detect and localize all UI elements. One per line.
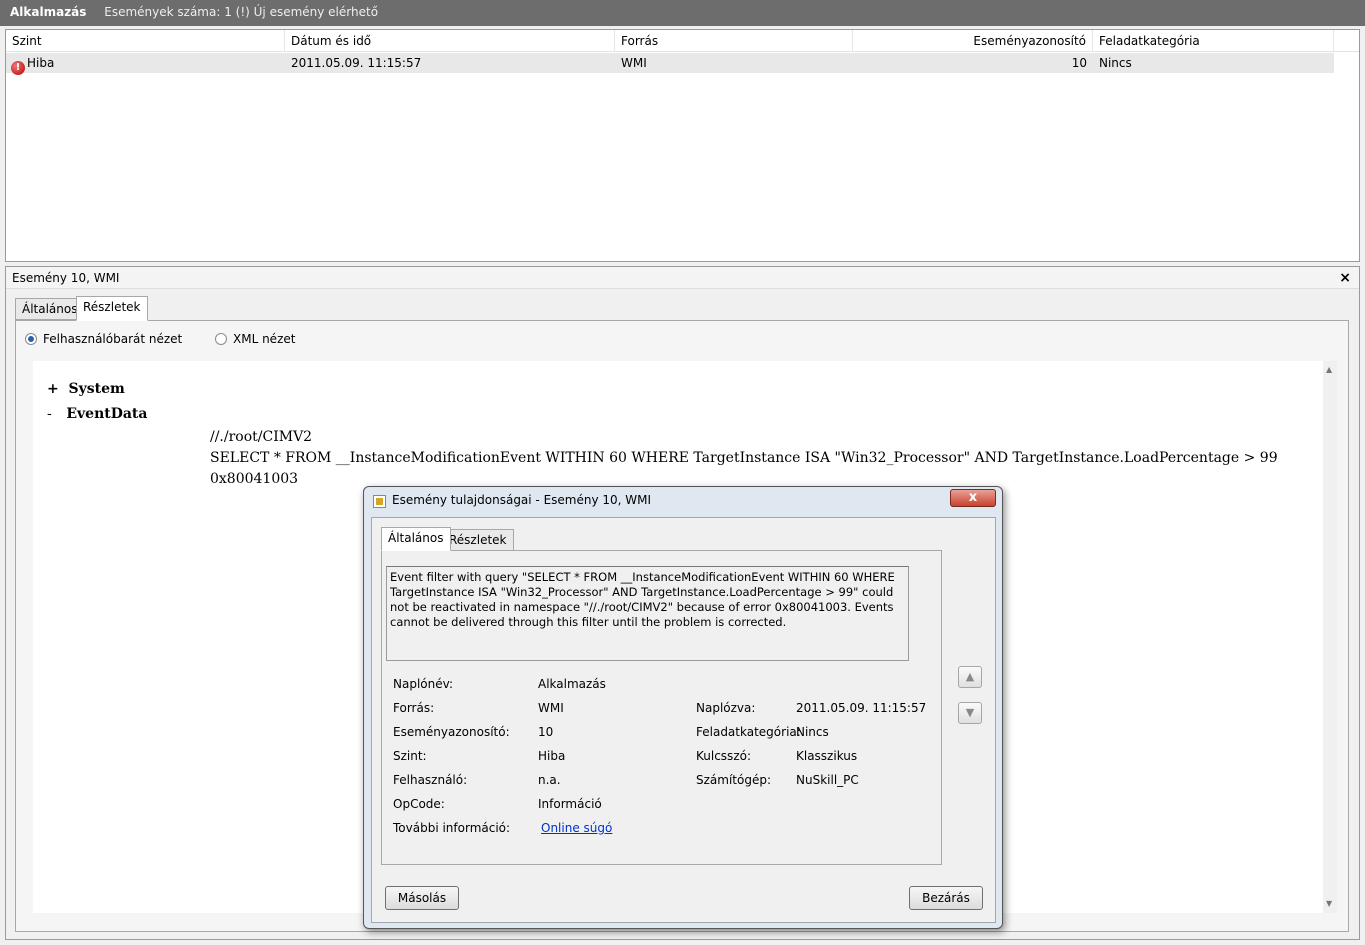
tab-details[interactable]: Részletek bbox=[76, 296, 148, 321]
table-row[interactable]: ! Hiba 2011.05.09. 11:15:57 WMI 10 Nincs bbox=[6, 53, 1334, 75]
category-label: Feladatkategória: bbox=[696, 725, 801, 739]
user-value: n.a. bbox=[538, 773, 561, 787]
error-icon: ! bbox=[11, 61, 25, 75]
copy-button[interactable]: Másolás bbox=[385, 886, 459, 910]
radio-friendly-label: Felhasználóbarát nézet bbox=[43, 332, 183, 346]
radio-unselected-icon bbox=[215, 333, 227, 345]
arrow-down-icon: ▼ bbox=[965, 706, 975, 719]
row-event-id: 10 bbox=[1071, 56, 1087, 70]
event-properties-dialog: Esemény tulajdonságai - Esemény 10, WMI … bbox=[363, 486, 1003, 929]
event-list-header: Szint Dátum és idő Forrás Eseményazonosí… bbox=[6, 30, 1359, 52]
log-name-label: Naplónév: bbox=[393, 677, 454, 691]
row-level-text: Hiba bbox=[27, 56, 55, 70]
column-header-datetime[interactable]: Dátum és idő bbox=[285, 30, 615, 52]
column-header-level[interactable]: Szint bbox=[6, 30, 285, 52]
source-label: Forrás: bbox=[393, 701, 435, 715]
column-header-event-id[interactable]: Eseményazonosító bbox=[853, 30, 1093, 52]
opcode-label: OpCode: bbox=[393, 797, 445, 811]
log-name-value: Alkalmazás bbox=[538, 677, 606, 691]
event-id-label: Eseményazonosító: bbox=[393, 725, 510, 739]
dialog-body: Általános Részletek Event filter with qu… bbox=[371, 517, 996, 923]
logged-label: Naplózva: bbox=[696, 701, 756, 715]
opcode-value: Információ bbox=[538, 797, 602, 811]
previous-event-button[interactable]: ▲ bbox=[958, 666, 982, 688]
logged-value: 2011.05.09. 11:15:57 bbox=[796, 701, 927, 715]
log-title-bar: Alkalmazás Események száma: 1 (!) Új ese… bbox=[0, 0, 1365, 26]
expand-icon[interactable]: + bbox=[47, 381, 59, 397]
eventdata-node[interactable]: - EventData bbox=[47, 406, 147, 422]
dialog-tab-details[interactable]: Részletek bbox=[442, 529, 514, 551]
scroll-up-icon[interactable]: ▲ bbox=[1326, 365, 1332, 374]
system-node-label: System bbox=[68, 381, 125, 397]
radio-selected-icon bbox=[25, 333, 37, 345]
system-node[interactable]: + System bbox=[47, 381, 125, 397]
event-detail-title: Esemény 10, WMI bbox=[12, 271, 120, 285]
next-event-button[interactable]: ▼ bbox=[958, 702, 982, 724]
event-detail-header: Esemény 10, WMI × bbox=[6, 267, 1359, 289]
close-button[interactable]: Bezárás bbox=[909, 886, 983, 910]
arrow-up-icon: ▲ bbox=[965, 670, 975, 683]
row-category: Nincs bbox=[1099, 56, 1132, 70]
column-header-category[interactable]: Feladatkategória bbox=[1093, 30, 1334, 52]
dialog-close-button[interactable]: x bbox=[950, 489, 996, 507]
event-list: Szint Dátum és idő Forrás Eseményazonosí… bbox=[5, 29, 1360, 262]
radio-xml-label: XML nézet bbox=[233, 332, 296, 346]
user-label: Felhasználó: bbox=[393, 773, 468, 787]
computer-value: NuSkill_PC bbox=[796, 773, 859, 787]
keyword-value: Klasszikus bbox=[796, 749, 858, 763]
radio-xml-view[interactable]: XML nézet bbox=[215, 332, 295, 346]
event-viewer-icon bbox=[373, 495, 386, 508]
tab-general[interactable]: Általános bbox=[15, 298, 85, 320]
level-value: Hiba bbox=[538, 749, 566, 763]
row-source: WMI bbox=[621, 56, 647, 70]
eventdata-value: SELECT * FROM __InstanceModificationEven… bbox=[210, 450, 1278, 466]
log-name: Alkalmazás bbox=[10, 5, 87, 19]
event-count: Események száma: 1 (!) Új esemény elérhe… bbox=[104, 5, 379, 19]
dialog-title-bar[interactable]: Esemény tulajdonságai - Esemény 10, WMI bbox=[364, 487, 1002, 515]
scroll-down-icon[interactable]: ▼ bbox=[1326, 899, 1332, 908]
event-id-value: 10 bbox=[538, 725, 554, 739]
level-label: Szint: bbox=[393, 749, 427, 763]
computer-label: Számítógép: bbox=[696, 773, 771, 787]
collapse-icon[interactable]: - bbox=[47, 406, 52, 422]
category-value: Nincs bbox=[796, 725, 829, 739]
radio-friendly-view[interactable]: Felhasználóbarát nézet bbox=[25, 332, 182, 346]
column-header-source[interactable]: Forrás bbox=[615, 30, 853, 52]
source-value: WMI bbox=[538, 701, 564, 715]
eventdata-value: //./root/CIMV2 bbox=[210, 429, 313, 445]
close-icon[interactable]: × bbox=[1339, 267, 1351, 289]
dialog-title: Esemény tulajdonságai - Esemény 10, WMI bbox=[392, 493, 652, 507]
online-help-link[interactable]: Online súgó bbox=[541, 821, 612, 835]
eventdata-value: 0x80041003 bbox=[210, 471, 299, 487]
event-message-box[interactable]: Event filter with query "SELECT * FROM _… bbox=[386, 566, 909, 661]
xml-view-scrollbar[interactable]: ▲ ▼ bbox=[1323, 361, 1337, 913]
eventdata-node-label: EventData bbox=[66, 406, 148, 422]
keyword-label: Kulcsszó: bbox=[696, 749, 751, 763]
row-level: ! Hiba bbox=[6, 53, 285, 75]
dialog-tab-general[interactable]: Általános bbox=[381, 527, 451, 551]
more-info-label: További információ: bbox=[393, 821, 511, 835]
row-datetime: 2011.05.09. 11:15:57 bbox=[291, 56, 422, 70]
